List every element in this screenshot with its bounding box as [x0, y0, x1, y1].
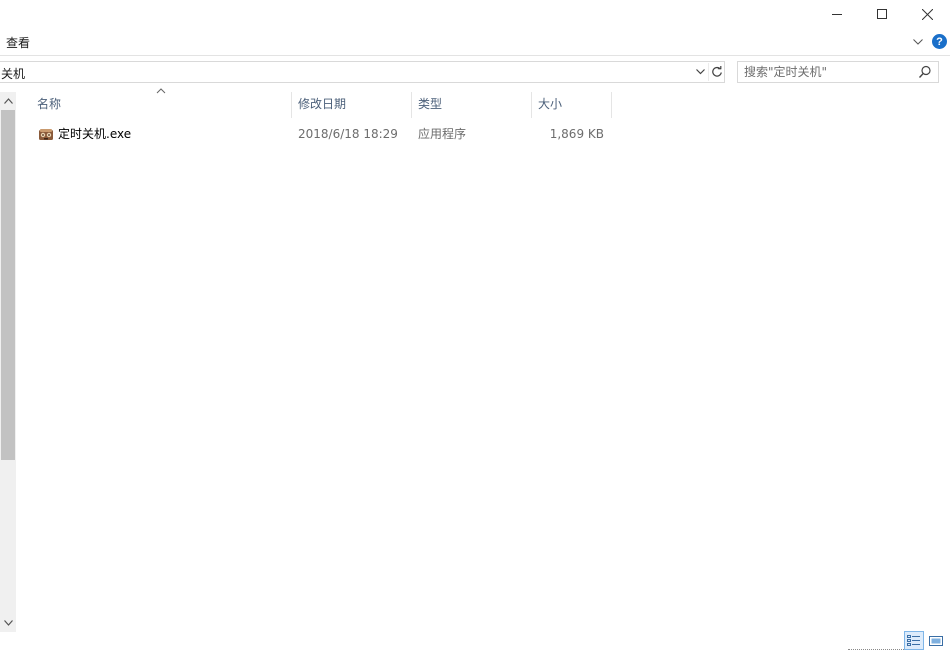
ribbon-tab-view[interactable]: 查看: [6, 34, 30, 51]
minimize-button[interactable]: [814, 0, 860, 28]
scroll-up-button[interactable]: [0, 92, 16, 110]
large-icons-view-icon: [929, 635, 943, 646]
column-header-type[interactable]: 类型: [412, 92, 531, 118]
file-type: 应用程序: [418, 127, 467, 141]
file-name[interactable]: 定时关机.exe: [58, 124, 131, 144]
chevron-down-icon: [695, 69, 705, 75]
scroll-thumb[interactable]: [1, 110, 15, 460]
search-input[interactable]: [744, 62, 912, 82]
address-history-dropdown[interactable]: [693, 63, 707, 81]
chevron-down-icon: [3, 620, 13, 626]
file-date-modified: 2018/6/18 18:29: [298, 127, 398, 141]
vertical-scrollbar[interactable]: [0, 92, 16, 632]
minimize-icon: [832, 14, 842, 15]
close-button[interactable]: [904, 0, 950, 28]
column-header-date-label: 修改日期: [298, 97, 347, 111]
column-header-name[interactable]: 名称: [31, 92, 291, 118]
address-path[interactable]: 关机: [1, 65, 25, 82]
column-header-date-modified[interactable]: 修改日期: [292, 92, 411, 118]
expand-ribbon-button[interactable]: [910, 34, 926, 50]
application-exe-icon: [39, 129, 53, 140]
address-bar[interactable]: 关机: [0, 61, 725, 83]
help-icon[interactable]: ?: [932, 34, 947, 49]
maximize-icon: [877, 9, 887, 19]
large-icons-view-button[interactable]: [927, 631, 945, 650]
column-divider[interactable]: [611, 92, 612, 118]
ribbon-divider: [0, 55, 950, 56]
maximize-button[interactable]: [859, 0, 905, 28]
close-icon: [921, 8, 933, 20]
search-icon[interactable]: [918, 65, 932, 79]
refresh-button[interactable]: [708, 63, 725, 81]
details-view-button[interactable]: [904, 631, 924, 650]
column-header-name-label: 名称: [37, 97, 62, 111]
chevron-down-icon: [913, 39, 923, 45]
search-box[interactable]: [737, 61, 939, 83]
column-header-size[interactable]: 大小: [532, 92, 611, 118]
refresh-icon: [712, 66, 722, 77]
scroll-down-button[interactable]: [0, 614, 16, 632]
column-header-size-label: 大小: [538, 97, 563, 111]
file-row[interactable]: 定时关机.exe 2018/6/18 18:29 应用程序 1,869 KB: [30, 124, 611, 144]
details-view-icon: [907, 634, 920, 646]
column-header-type-label: 类型: [418, 97, 443, 111]
file-size: 1,869 KB: [549, 127, 604, 141]
chevron-up-icon: [3, 98, 13, 104]
